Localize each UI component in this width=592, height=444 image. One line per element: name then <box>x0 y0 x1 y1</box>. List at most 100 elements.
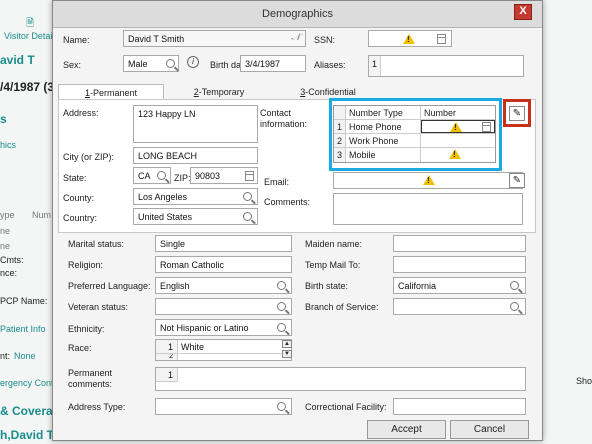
birth-date-field[interactable]: 3/4/1987 <box>240 55 306 72</box>
perm-comments-row-number: 1 <box>156 368 178 382</box>
ssn-label: SSN: <box>314 35 336 45</box>
background-nce: nce: <box>0 268 18 278</box>
address-label: Address: <box>63 108 99 118</box>
dialog-title: Demographics <box>262 8 333 20</box>
zip-value: 90803 <box>195 171 221 181</box>
comments-field[interactable] <box>333 193 523 225</box>
background-patient-info[interactable]: Patient Info <box>0 324 46 334</box>
contact-info-label: Contact information: <box>260 108 308 129</box>
background-none: None <box>14 351 36 361</box>
tab-temporary[interactable]: 2-Temporary <box>166 84 272 100</box>
ssn-calendar-icon[interactable] <box>437 34 446 44</box>
comments-label: Comments: <box>264 197 311 207</box>
birthstate-field[interactable]: California <box>393 277 526 294</box>
tab-permanent-label: -Permanent <box>89 88 138 98</box>
city-label: City (or ZIP): <box>63 152 114 162</box>
state-label: State: <box>63 173 87 183</box>
race-row[interactable]: 1 White <box>156 340 291 354</box>
background-sho: Sho <box>576 376 592 386</box>
name-field[interactable]: David T Smith <box>123 30 306 47</box>
background-link-hics[interactable]: hics <box>0 140 16 150</box>
race-label: Race: <box>68 343 92 353</box>
zip-calendar-icon[interactable] <box>245 171 254 181</box>
race-row-number: 2 <box>156 354 178 360</box>
state-value: CA <box>138 171 151 181</box>
race-row[interactable]: 2 <box>156 354 291 360</box>
highlight-contact-grid <box>329 98 502 171</box>
edit-email-button[interactable]: ✎ <box>509 173 525 188</box>
close-button[interactable]: X <box>514 4 532 20</box>
race-scroll-down[interactable]: ▼ <box>282 350 292 358</box>
country-search-icon[interactable] <box>243 212 252 221</box>
tab-temporary-label: -Temporary <box>198 87 245 97</box>
branch-search-icon[interactable] <box>510 302 519 311</box>
state-search-icon[interactable] <box>157 171 166 180</box>
city-field[interactable]: LONG BEACH <box>133 147 258 164</box>
country-field[interactable]: United States <box>133 208 258 225</box>
city-value: LONG BEACH <box>138 151 198 161</box>
perm-comments-field[interactable]: 1 <box>155 367 526 391</box>
address-value: 123 Happy LN <box>138 109 196 119</box>
tab-confidential-label: -Confidential <box>305 87 356 97</box>
correctional-field[interactable] <box>393 398 526 415</box>
background-nt-label: nt: <box>0 351 11 361</box>
email-label: Email: <box>264 177 290 187</box>
maiden-field[interactable] <box>393 235 526 252</box>
marital-label: Marital status: <box>68 239 125 249</box>
county-search-icon[interactable] <box>243 192 252 201</box>
tempmail-field[interactable] <box>393 256 526 273</box>
religion-label: Religion: <box>68 260 104 270</box>
county-value: Los Angeles <box>138 192 188 202</box>
email-warning-icon <box>423 175 435 185</box>
aliases-row-number: 1 <box>369 56 381 76</box>
ethnicity-label: Ethnicity: <box>68 324 105 334</box>
perm-comments-label: Permanent comments: <box>68 368 113 389</box>
sex-label: Sex: <box>63 60 82 70</box>
title-bar: Demographics X <box>53 1 542 28</box>
addrtype-field[interactable] <box>155 398 292 415</box>
correctional-label: Correctional Facility: <box>305 402 387 412</box>
info-icon[interactable]: i <box>187 56 199 68</box>
background-patient-name: avid T <box>0 53 35 67</box>
branch-label: Branch of Service: <box>305 302 379 312</box>
language-field[interactable]: English <box>155 277 292 294</box>
race-row-number: 1 <box>156 340 178 353</box>
cancel-button[interactable]: Cancel <box>450 420 529 439</box>
birthstate-search-icon[interactable] <box>510 281 519 290</box>
veteran-field[interactable] <box>155 298 292 315</box>
aliases-label: Aliases: <box>314 60 346 70</box>
race-grid[interactable]: 1 White 2 <box>155 339 292 361</box>
birthstate-value: California <box>398 281 437 291</box>
birthstate-label: Birth state: <box>305 281 349 291</box>
zip-label: ZIP: <box>174 173 191 183</box>
background-ype: ype <box>0 210 15 220</box>
race-scroll-up[interactable]: ▲ <box>282 340 292 348</box>
language-value: English <box>160 281 190 291</box>
sex-value: Male <box>128 59 148 69</box>
sex-search-icon[interactable] <box>166 59 175 68</box>
aliases-field[interactable]: 1 <box>368 55 524 77</box>
marital-field[interactable]: Single <box>155 235 292 252</box>
religion-field[interactable]: Roman Catholic <box>155 256 292 273</box>
birth-date-value: 3/4/1987 <box>245 59 281 69</box>
accept-button[interactable]: Accept <box>367 420 446 439</box>
background-cmts: Cmts: <box>0 255 24 265</box>
background-dob: /4/1987 (3 <box>0 80 55 94</box>
signature-icon[interactable]: 𝒩 <box>291 32 301 43</box>
ethnicity-field[interactable]: Not Hispanic or Latino <box>155 319 292 336</box>
tempmail-label: Temp Mail To: <box>305 260 361 270</box>
veteran-search-icon[interactable] <box>277 302 286 311</box>
language-search-icon[interactable] <box>277 281 286 290</box>
address-field[interactable]: 123 Happy LN <box>133 105 258 143</box>
ethnicity-search-icon[interactable] <box>277 323 286 332</box>
background-name-footer: h,David T <box>0 428 55 442</box>
demographics-dialog: Demographics X Name: David T Smith 𝒩 SSN… <box>52 0 543 441</box>
addrtype-search-icon[interactable] <box>277 402 286 411</box>
background-emergency[interactable]: ergency Cont <box>0 378 54 388</box>
visitor-details-link[interactable]: Visitor Detail <box>4 31 54 41</box>
race-value: White <box>181 342 205 352</box>
county-field[interactable]: Los Angeles <box>133 188 258 205</box>
branch-field[interactable] <box>393 298 526 315</box>
tab-permanent[interactable]: 1-Permanent <box>58 84 164 100</box>
highlight-edit-button <box>503 99 531 127</box>
